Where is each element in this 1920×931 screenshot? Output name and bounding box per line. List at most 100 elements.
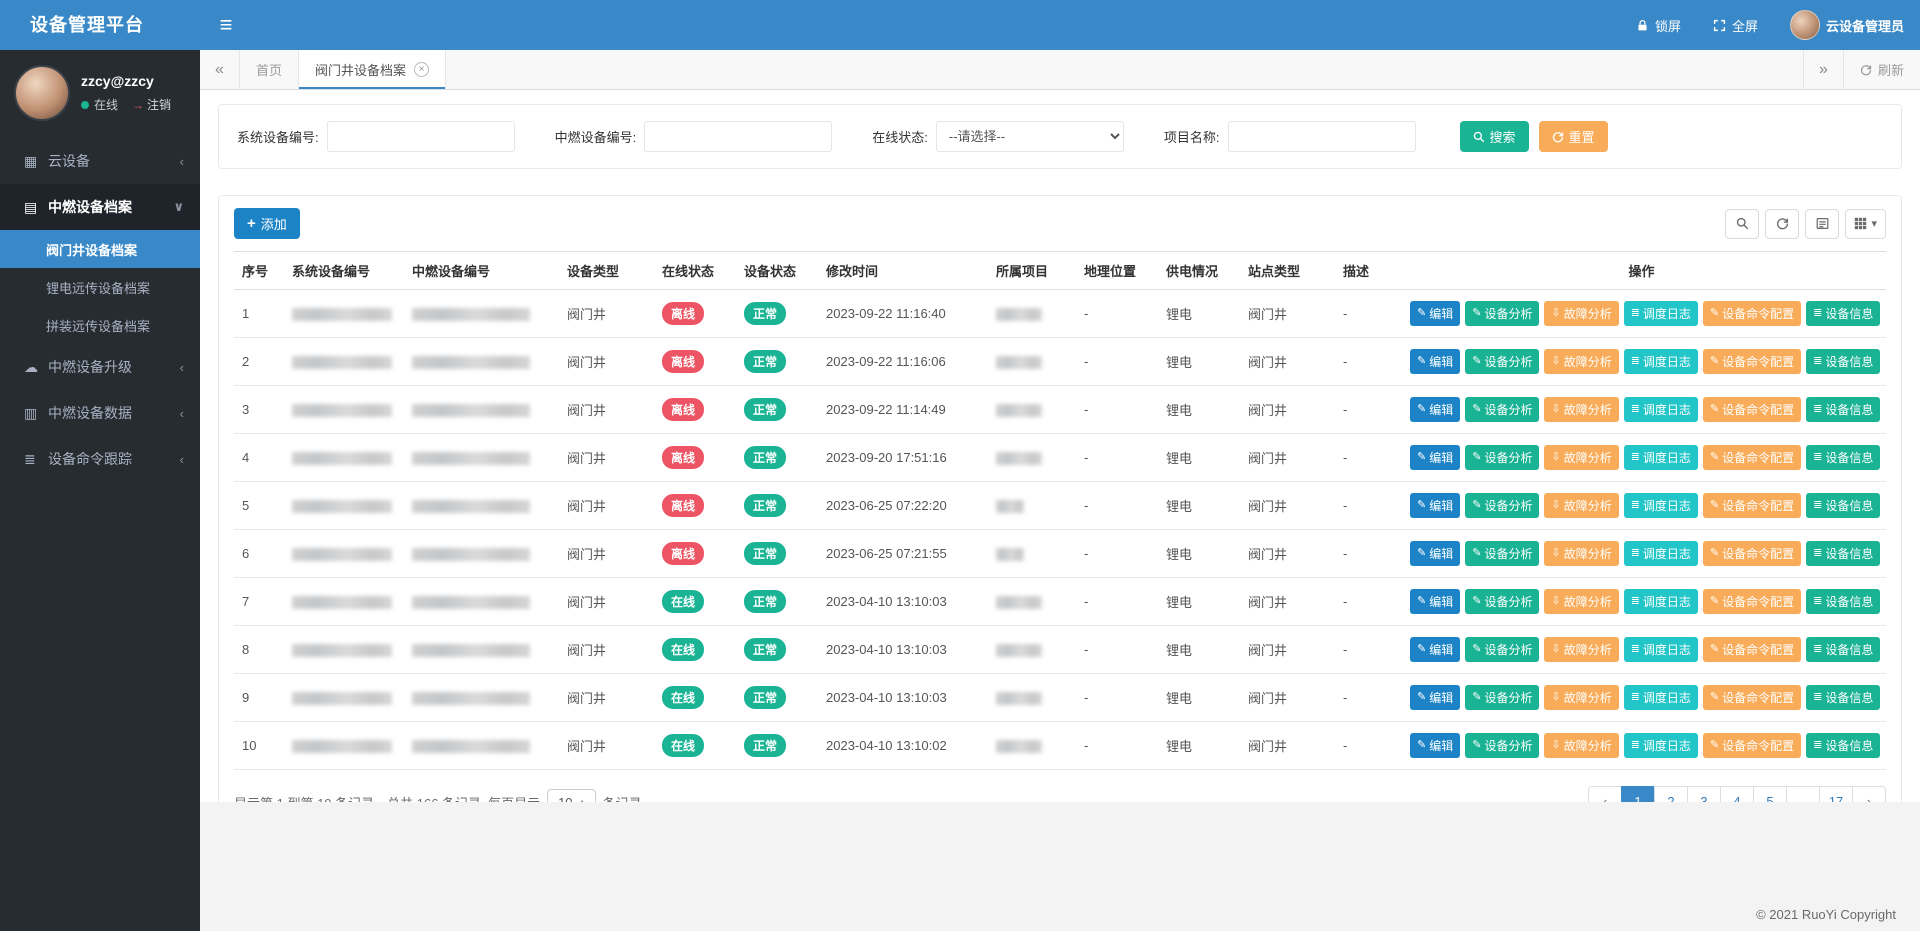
device-info-button[interactable]: ≣设备信息 <box>1806 349 1880 374</box>
fault-analysis-button[interactable]: ⇩故障分析 <box>1544 445 1618 470</box>
row-edit-button[interactable]: ✎编辑 <box>1410 637 1460 662</box>
pagination-page-1[interactable]: 1 <box>1621 786 1655 802</box>
sidebar-subitem-assembled-remote-archive[interactable]: 拼装远传设备档案 <box>0 306 200 344</box>
row-edit-button[interactable]: ✎编辑 <box>1410 541 1460 566</box>
tabs-scroll-left-button[interactable]: « <box>200 50 240 89</box>
fault-analysis-button[interactable]: ⇩故障分析 <box>1544 301 1618 326</box>
fault-analysis-button[interactable]: ⇩故障分析 <box>1544 685 1618 710</box>
dispatch-log-button[interactable]: ≣调度日志 <box>1624 493 1698 518</box>
sidebar-item-gas-device-archive[interactable]: ▤中燃设备档案∨ <box>0 184 200 230</box>
sidebar-item-device-command-track[interactable]: ≣设备命令跟踪‹ <box>0 436 200 482</box>
dispatch-log-button[interactable]: ≣调度日志 <box>1624 733 1698 758</box>
device-command-config-button[interactable]: ✎设备命令配置 <box>1703 349 1801 374</box>
device-info-button[interactable]: ≣设备信息 <box>1806 493 1880 518</box>
filter-online-state-select[interactable]: --请选择-- <box>936 121 1124 152</box>
dispatch-log-button[interactable]: ≣调度日志 <box>1624 589 1698 614</box>
device-analysis-button[interactable]: ✎设备分析 <box>1465 397 1539 422</box>
row-edit-button[interactable]: ✎编辑 <box>1410 301 1460 326</box>
device-command-config-button[interactable]: ✎设备命令配置 <box>1703 637 1801 662</box>
row-edit-button[interactable]: ✎编辑 <box>1410 685 1460 710</box>
tab-valve-well-archive[interactable]: 阀门井设备档案 × <box>299 50 446 89</box>
device-info-button[interactable]: ≣设备信息 <box>1806 589 1880 614</box>
device-command-config-button[interactable]: ✎设备命令配置 <box>1703 493 1801 518</box>
dispatch-log-button[interactable]: ≣调度日志 <box>1624 541 1698 566</box>
fault-analysis-button[interactable]: ⇩故障分析 <box>1544 397 1618 422</box>
fault-analysis-button[interactable]: ⇩故障分析 <box>1544 637 1618 662</box>
tabs-scroll-right-button[interactable]: » <box>1803 50 1843 89</box>
device-analysis-button[interactable]: ✎设备分析 <box>1465 685 1539 710</box>
sidebar-item-gas-device-upgrade[interactable]: ☁中燃设备升级‹ <box>0 344 200 390</box>
dispatch-log-button[interactable]: ≣调度日志 <box>1624 637 1698 662</box>
device-analysis-button[interactable]: ✎设备分析 <box>1465 493 1539 518</box>
device-info-button[interactable]: ≣设备信息 <box>1806 301 1880 326</box>
dispatch-log-button[interactable]: ≣调度日志 <box>1624 349 1698 374</box>
device-command-config-button[interactable]: ✎设备命令配置 <box>1703 589 1801 614</box>
device-analysis-button[interactable]: ✎设备分析 <box>1465 445 1539 470</box>
row-edit-button[interactable]: ✎编辑 <box>1410 349 1460 374</box>
search-button[interactable]: 搜索 <box>1460 121 1529 152</box>
page-size-select[interactable]: 10 ▴ <box>547 789 596 803</box>
filter-gas-no-input[interactable] <box>644 121 832 152</box>
close-icon[interactable]: × <box>414 62 429 77</box>
table-view-toggle-button[interactable] <box>1805 209 1839 239</box>
pagination-next-button[interactable]: › <box>1852 786 1886 802</box>
row-edit-button[interactable]: ✎编辑 <box>1410 589 1460 614</box>
logout-link[interactable]: → 注销 <box>132 96 171 113</box>
fullscreen-button[interactable]: 全屏 <box>1697 0 1774 50</box>
row-edit-button[interactable]: ✎编辑 <box>1410 493 1460 518</box>
device-command-config-button[interactable]: ✎设备命令配置 <box>1703 445 1801 470</box>
device-analysis-button[interactable]: ✎设备分析 <box>1465 301 1539 326</box>
dispatch-log-button[interactable]: ≣调度日志 <box>1624 301 1698 326</box>
dispatch-log-button[interactable]: ≣调度日志 <box>1624 397 1698 422</box>
device-info-button[interactable]: ≣设备信息 <box>1806 685 1880 710</box>
sidebar-subitem-lithium-remote-archive[interactable]: 锂电远传设备档案 <box>0 268 200 306</box>
sidebar-toggle-button[interactable]: ≡ <box>200 0 252 50</box>
filter-project-name-input[interactable] <box>1228 121 1416 152</box>
device-command-config-button[interactable]: ✎设备命令配置 <box>1703 301 1801 326</box>
device-info-button[interactable]: ≣设备信息 <box>1806 445 1880 470</box>
reset-button[interactable]: 重置 <box>1539 121 1608 152</box>
pagination-page-5[interactable]: 5 <box>1753 786 1787 802</box>
pagination-page-17[interactable]: 17 <box>1819 786 1853 802</box>
pagination-page-4[interactable]: 4 <box>1720 786 1754 802</box>
device-analysis-button[interactable]: ✎设备分析 <box>1465 637 1539 662</box>
device-info-button[interactable]: ≣设备信息 <box>1806 637 1880 662</box>
row-edit-button[interactable]: ✎编辑 <box>1410 397 1460 422</box>
table-search-toggle-button[interactable] <box>1725 209 1759 239</box>
sidebar-item-gas-device-data[interactable]: ▥中燃设备数据‹ <box>0 390 200 436</box>
fault-analysis-button[interactable]: ⇩故障分析 <box>1544 349 1618 374</box>
fault-analysis-button[interactable]: ⇩故障分析 <box>1544 589 1618 614</box>
pagination-page-2[interactable]: 2 <box>1654 786 1688 802</box>
device-command-config-button[interactable]: ✎设备命令配置 <box>1703 541 1801 566</box>
lock-screen-button[interactable]: 锁屏 <box>1620 0 1697 50</box>
filter-sys-no-input[interactable] <box>327 121 515 152</box>
header-user-menu[interactable]: 云设备管理员 <box>1774 0 1920 50</box>
device-analysis-button[interactable]: ✎设备分析 <box>1465 541 1539 566</box>
tab-label: 阀门井设备档案 <box>315 60 406 79</box>
fault-analysis-button[interactable]: ⇩故障分析 <box>1544 493 1618 518</box>
fault-analysis-button[interactable]: ⇩故障分析 <box>1544 733 1618 758</box>
add-button[interactable]: + 添加 <box>234 208 300 239</box>
pagination-page-3[interactable]: 3 <box>1687 786 1721 802</box>
dispatch-log-button[interactable]: ≣调度日志 <box>1624 445 1698 470</box>
device-command-config-button[interactable]: ✎设备命令配置 <box>1703 685 1801 710</box>
device-info-button[interactable]: ≣设备信息 <box>1806 397 1880 422</box>
device-analysis-button[interactable]: ✎设备分析 <box>1465 733 1539 758</box>
device-analysis-button[interactable]: ✎设备分析 <box>1465 589 1539 614</box>
row-edit-button[interactable]: ✎编辑 <box>1410 733 1460 758</box>
device-command-config-button[interactable]: ✎设备命令配置 <box>1703 397 1801 422</box>
device-info-button[interactable]: ≣设备信息 <box>1806 541 1880 566</box>
device-info-button[interactable]: ≣设备信息 <box>1806 733 1880 758</box>
table-refresh-button[interactable] <box>1765 209 1799 239</box>
device-command-config-button[interactable]: ✎设备命令配置 <box>1703 733 1801 758</box>
table-columns-button[interactable]: ▾ <box>1845 209 1886 239</box>
fault-analysis-button[interactable]: ⇩故障分析 <box>1544 541 1618 566</box>
row-edit-button[interactable]: ✎编辑 <box>1410 445 1460 470</box>
device-analysis-button[interactable]: ✎设备分析 <box>1465 349 1539 374</box>
sidebar-item-cloud-device[interactable]: ▦云设备‹ <box>0 138 200 184</box>
sidebar-subitem-valve-well-archive[interactable]: 阀门井设备档案 <box>0 230 200 268</box>
tab-home[interactable]: 首页 <box>240 50 299 89</box>
tab-refresh-button[interactable]: 刷新 <box>1843 50 1920 89</box>
dispatch-log-button[interactable]: ≣调度日志 <box>1624 685 1698 710</box>
pagination-prev-button[interactable]: ‹ <box>1588 786 1622 802</box>
